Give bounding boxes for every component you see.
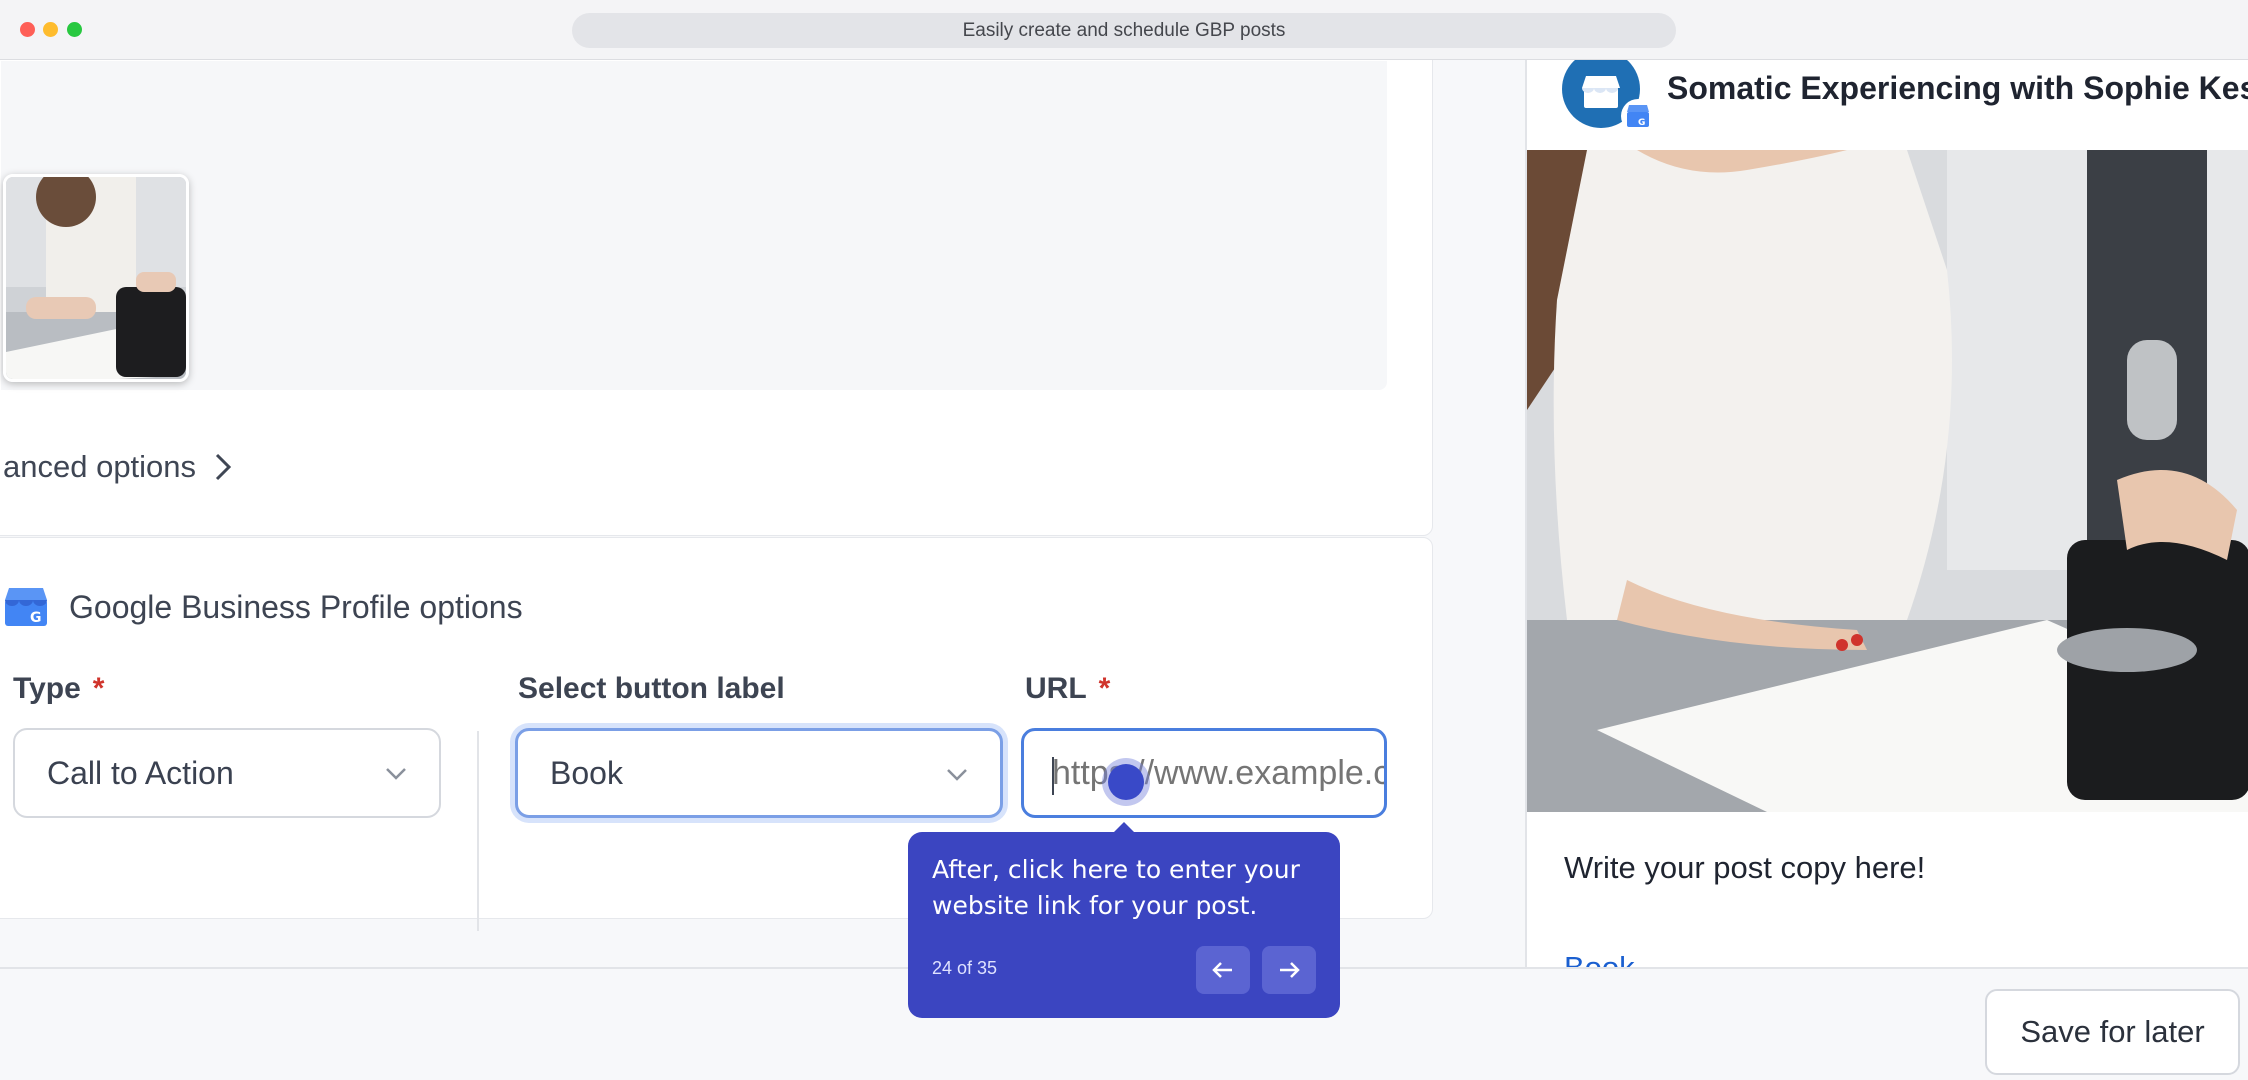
gbp-options-header: G Google Business Profile options [3,586,523,628]
chevron-down-icon [386,768,406,780]
tour-next-button[interactable] [1262,946,1316,994]
window-titlebar: Easily create and schedule GBP posts [0,0,2248,60]
button-label-label-text: Select button label [518,672,785,705]
svg-text:G: G [1638,118,1645,128]
url-required-marker: * [1098,672,1111,705]
type-required-marker: * [92,672,105,705]
preview-photo [1527,150,2248,812]
arrow-left-icon [1212,962,1232,978]
tour-text: After, click here to enter your website … [932,855,1300,920]
maximize-window-button[interactable] [67,22,82,37]
tour-previous-button[interactable] [1196,946,1250,994]
media-thumbnail[interactable] [3,174,189,382]
url-label: URL * [1025,672,1110,706]
arrow-right-icon [1280,962,1300,978]
button-label-select-value: Book [550,754,623,791]
chevron-right-icon [215,453,232,481]
google-business-icon: G [5,588,47,626]
media-card: anced options [0,60,1433,536]
url-input[interactable] [1052,753,1384,793]
save-for-later-button[interactable]: Save for later [1985,989,2240,1075]
tour-hotspot[interactable] [1108,764,1144,800]
field-divider [477,731,479,931]
media-upload-area[interactable] [1,61,1387,390]
google-business-icon: G [1627,105,1649,128]
business-name: Somatic Experiencing with Sophie Kessner [1667,70,2248,106]
close-window-button[interactable] [20,22,35,37]
window-title: Easily create and schedule GBP posts [572,13,1676,48]
thumbnail-photo-icon [6,177,186,379]
post-preview: G Somatic Experiencing with Sophie Kessn… [1525,60,2248,967]
chevron-down-icon [947,769,967,781]
type-select-value: Call to Action [47,754,234,791]
advanced-options-label: anced options [3,449,197,484]
type-label: Type * [13,672,104,706]
url-field-wrapper[interactable] [1021,728,1387,818]
preview-cta-link[interactable]: Book [1564,950,1635,967]
url-label-text: URL [1025,672,1087,705]
button-label-select[interactable]: Book [515,728,1003,818]
minimize-window-button[interactable] [43,22,58,37]
svg-text:G: G [30,610,42,626]
post-photo-icon [1527,150,2248,812]
preview-post-copy: Write your post copy here! [1564,850,1926,885]
text-caret [1052,757,1054,795]
google-badge: G [1621,99,1655,133]
type-label-text: Type [13,672,81,705]
advanced-options-toggle[interactable]: anced options [3,449,232,485]
button-label-label: Select button label [518,672,785,706]
preview-header: G Somatic Experiencing with Sophie Kessn… [1527,60,2248,150]
tour-step-counter: 24 of 35 [932,958,998,978]
tour-tooltip: After, click here to enter your website … [908,832,1340,1018]
post-editor: anced options G Google Business Profile … [0,60,1525,967]
type-select[interactable]: Call to Action [13,728,441,818]
gbp-options-title: Google Business Profile options [69,588,523,625]
